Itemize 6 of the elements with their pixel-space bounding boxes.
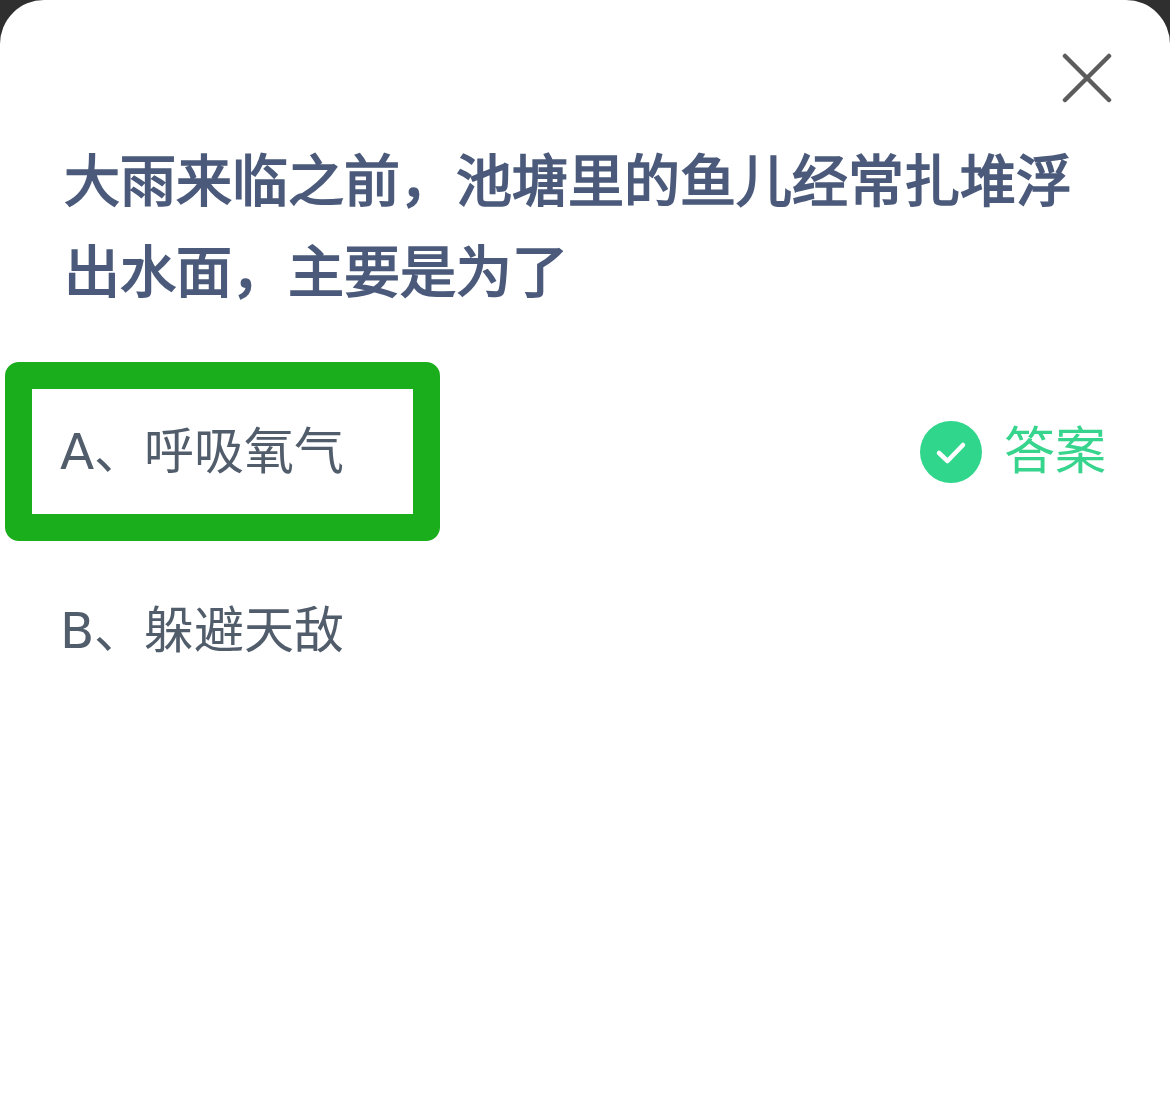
- answer-label: 答案: [1004, 421, 1106, 482]
- answer-option[interactable]: A、呼吸氧气: [5, 362, 440, 541]
- close-button[interactable]: [1062, 53, 1112, 103]
- check-circle-icon: [920, 420, 982, 483]
- question-text: 大雨来临之前，池塘里的鱼儿经常扎堆浮出水面，主要是为了: [64, 148, 1073, 307]
- close-icon: [1062, 53, 1112, 103]
